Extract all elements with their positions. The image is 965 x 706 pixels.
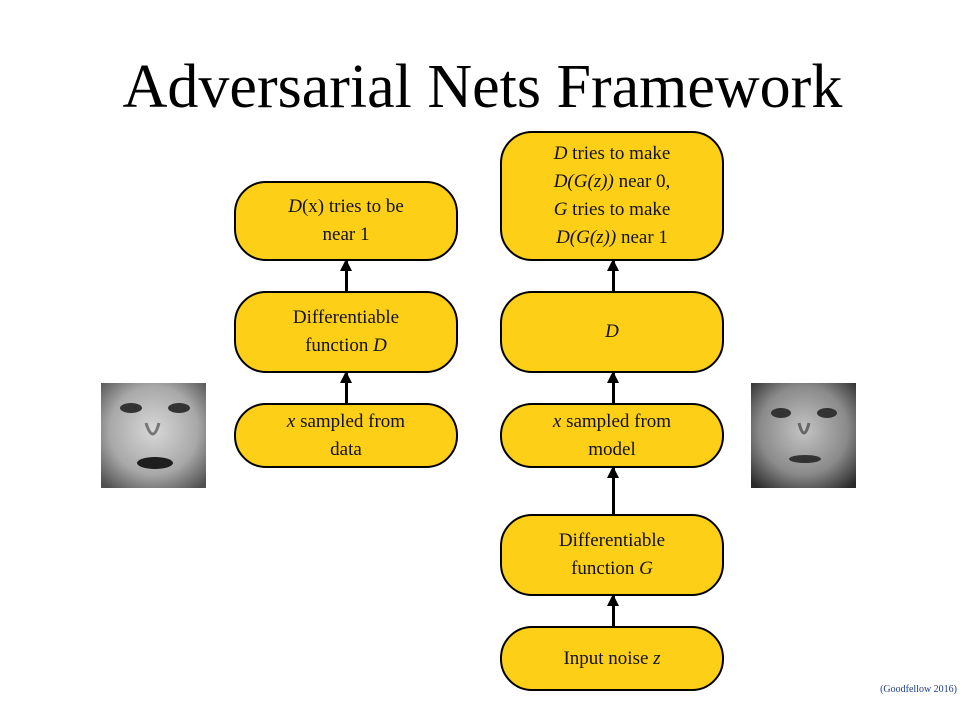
discriminator-box-right: D [500, 291, 724, 373]
noise-box: Input noise z [500, 626, 724, 691]
model-sample-box: x sampled from model [500, 403, 724, 468]
arrow-up-icon [607, 371, 618, 403]
text: G [553, 199, 568, 220]
text: D(G(z)) [553, 171, 614, 192]
arrow-up-icon [340, 259, 351, 291]
text: function [305, 335, 374, 356]
text: sampled from [561, 410, 672, 432]
text: z [653, 647, 661, 669]
citation: (Goodfellow 2016) [880, 684, 957, 695]
text: G [639, 558, 653, 579]
text: function [571, 558, 640, 579]
arrow-up-icon [340, 371, 351, 403]
fake-output-box: D tries to make D(G(z)) near 0, G tries … [500, 131, 724, 261]
text: Differentiable [558, 530, 666, 551]
text: tries to make [567, 143, 671, 164]
arrow-up-icon [607, 466, 618, 514]
text: model [588, 438, 636, 460]
generated-face-image [751, 383, 856, 488]
text: data [330, 438, 362, 460]
text: D(G(z)) [556, 227, 617, 248]
text: D [288, 196, 302, 217]
arrow-up-icon [607, 259, 618, 291]
text: D [553, 143, 568, 164]
real-face-image [101, 383, 206, 488]
text: D [605, 321, 619, 342]
discriminator-box-left: Differentiable function D [234, 291, 458, 373]
text: Input noise [563, 647, 654, 669]
slide: Adversarial Nets Framework D(x) tries to… [0, 0, 965, 706]
generator-box: Differentiable function G [500, 514, 724, 596]
text: near 1 [616, 227, 668, 248]
text: Differentiable [292, 307, 400, 328]
slide-title: Adversarial Nets Framework [122, 53, 843, 121]
text: near 0, [613, 171, 671, 192]
arrow-up-icon [607, 594, 618, 626]
text: tries to make [567, 199, 671, 220]
text: sampled from [295, 410, 406, 432]
text: (x) tries to be [301, 196, 404, 217]
text: D [373, 335, 387, 356]
data-sample-box: x sampled from data [234, 403, 458, 468]
real-output-box: D(x) tries to be near 1 [234, 181, 458, 261]
text: near 1 [322, 224, 370, 245]
